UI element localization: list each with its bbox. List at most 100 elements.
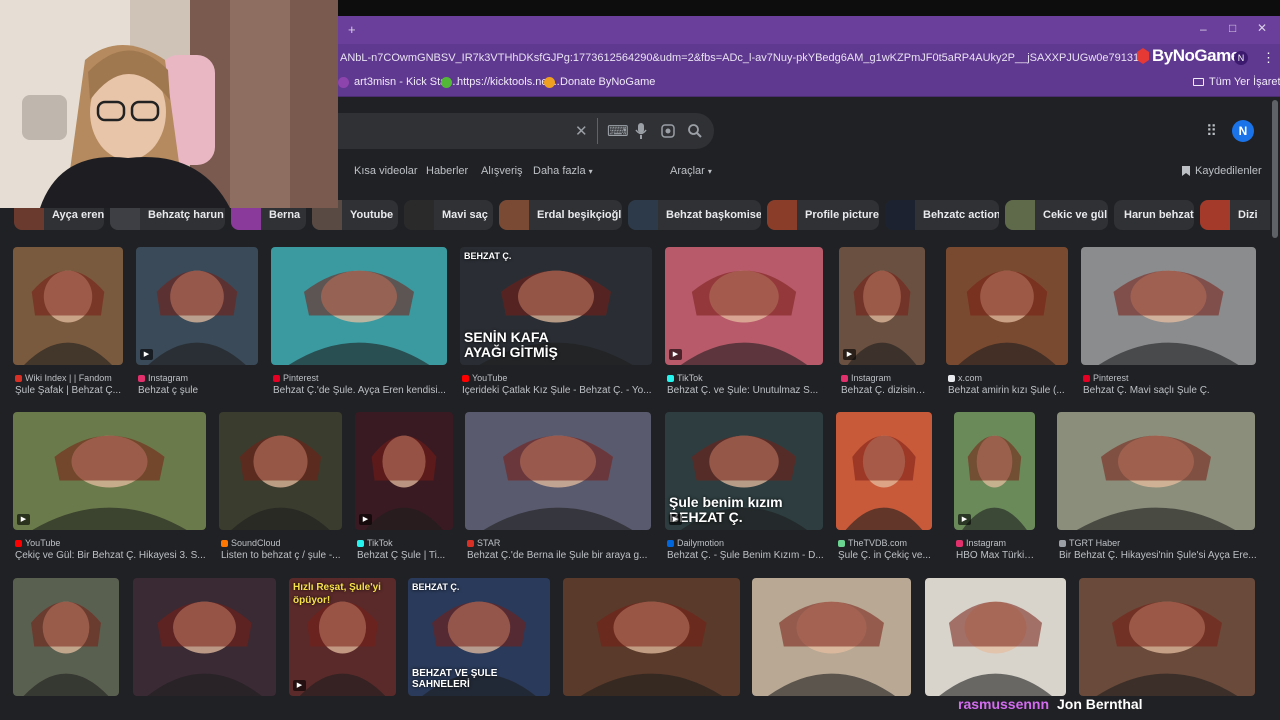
image-result-thumbnail[interactable]: BEHZAT Ç. SENİN KAFA AYAĞI GİTMİŞ xyxy=(460,247,652,365)
all-bookmarks[interactable]: Tüm Yer İşaretleri xyxy=(1193,76,1280,88)
thumbnail-image xyxy=(288,270,430,365)
image-result-thumbnail[interactable]: ▶ xyxy=(355,412,453,530)
result-source[interactable]: TheTVDB.com xyxy=(838,538,934,548)
browser-menu-icon[interactable]: ⋮ xyxy=(1262,50,1275,66)
microphone-icon[interactable] xyxy=(635,123,647,139)
result-source[interactable]: STAR xyxy=(467,538,653,548)
image-result-thumbnail[interactable] xyxy=(1079,578,1255,696)
image-result-thumbnail[interactable]: ▶ xyxy=(13,412,206,530)
chip-behzat-baskomiser[interactable]: Behzat başkomiser xyxy=(628,200,761,230)
image-result-thumbnail[interactable]: ▶ xyxy=(839,247,925,365)
image-result-thumbnail[interactable]: BEHZAT Ç. BEHZAT VE ŞULE SAHNELERİ xyxy=(408,578,550,696)
saved-button[interactable]: Kaydedilenler xyxy=(1182,165,1262,177)
new-tab-button[interactable]: + xyxy=(348,22,356,37)
result-source[interactable]: Wiki Index | | Fandom xyxy=(15,373,125,383)
bookmark-kicktools[interactable]: https://kicktools.net... xyxy=(441,76,560,88)
image-result-thumbnail[interactable] xyxy=(271,247,447,365)
image-result-thumbnail[interactable] xyxy=(219,412,342,530)
image-result-thumbnail[interactable]: ▶ xyxy=(665,247,823,365)
image-result-thumbnail[interactable] xyxy=(752,578,911,696)
result-source[interactable]: TGRT Haber xyxy=(1059,538,1257,548)
result-source[interactable]: Instagram xyxy=(956,538,1037,548)
thumbnail-image xyxy=(147,601,262,696)
browser-profile-avatar[interactable]: N xyxy=(1234,51,1248,65)
google-account-avatar[interactable]: N xyxy=(1232,120,1254,142)
result-title[interactable]: Behzat Ç. - Şule Benim Kızım - D... xyxy=(667,550,825,561)
bynogame-logo-text[interactable]: ByNoGame xyxy=(1152,46,1240,66)
result-title[interactable]: Şule Ç. in Çekiç ve... xyxy=(838,550,934,561)
google-apps-icon[interactable]: ⠿ xyxy=(1206,122,1217,140)
result-source[interactable]: Dailymotion xyxy=(667,538,825,548)
result-source[interactable]: YouTube xyxy=(462,373,654,383)
close-window-icon[interactable]: ✕ xyxy=(1257,21,1267,35)
image-result-thumbnail[interactable]: Şule benim kızım BEHZAT Ç. ▶ xyxy=(665,412,823,530)
result-source[interactable]: x.com xyxy=(948,373,1070,383)
result-title[interactable]: Behzat Ç.'de Şule. Ayça Eren kendisi... xyxy=(273,385,449,396)
chip-profile-picture[interactable]: Profile picture xyxy=(767,200,879,230)
image-result-thumbnail[interactable] xyxy=(946,247,1068,365)
image-result-thumbnail[interactable]: Hızlı Reşat, Şule'yi öpüyor! ▶ xyxy=(289,578,396,696)
keyboard-icon[interactable]: ⌨ xyxy=(607,122,629,140)
result-source[interactable]: Instagram xyxy=(841,373,927,383)
image-result-thumbnail[interactable] xyxy=(1057,412,1255,530)
image-result-thumbnail[interactable] xyxy=(925,578,1066,696)
chip-behzatc-action[interactable]: Behzatc action xyxy=(885,200,999,230)
chip-erdal-besikcioglu[interactable]: Erdal beşikçioğlu xyxy=(499,200,622,230)
tab-short-videos[interactable]: Kısa videolar xyxy=(354,165,418,177)
image-result-thumbnail[interactable] xyxy=(563,578,740,696)
image-result-thumbnail[interactable] xyxy=(13,247,123,365)
thumbnail-image xyxy=(483,435,633,530)
image-result-thumbnail[interactable] xyxy=(13,578,119,696)
result-title[interactable]: Behzat Ç.'de Berna ile Şule bir araya g.… xyxy=(467,550,653,561)
clear-icon[interactable]: ✕ xyxy=(575,122,588,140)
tab-news[interactable]: Haberler xyxy=(426,165,468,177)
favicon-icon xyxy=(956,539,963,547)
result-title[interactable]: İçerideki Çatlak Kız Şule - Behzat Ç. - … xyxy=(462,385,654,396)
lens-icon[interactable] xyxy=(661,124,675,138)
result-title[interactable]: HBO Max Türkiye |... xyxy=(956,550,1037,561)
result-title[interactable]: Behzat ç şule xyxy=(138,385,260,396)
chip-mavi-sac[interactable]: Mavi saç xyxy=(404,200,493,230)
chip-dizi[interactable]: Dizi xyxy=(1200,200,1270,230)
source-label: Pinterest xyxy=(1093,373,1129,383)
image-result-thumbnail[interactable] xyxy=(1081,247,1256,365)
image-result-thumbnail[interactable] xyxy=(465,412,651,530)
chip-harun-behzat[interactable]: Harun behzat xyxy=(1114,200,1194,230)
result-title[interactable]: Behzat Ç. Mavi saçlı Şule Ç. xyxy=(1083,385,1258,396)
tab-shopping[interactable]: Alışveriş xyxy=(481,165,523,177)
image-result-thumbnail[interactable]: ▶ xyxy=(136,247,258,365)
maximize-icon[interactable]: □ xyxy=(1229,21,1236,35)
result-title[interactable]: Listen to behzat ç / şule -... xyxy=(221,550,344,561)
scrollbar[interactable] xyxy=(1272,100,1278,238)
result-source[interactable]: TikTok xyxy=(667,373,825,383)
image-result-thumbnail[interactable]: ▶ xyxy=(954,412,1035,530)
url-field[interactable]: ANbL-n7COwmGNBSV_IR7k3VTHhDKsfGJPg:17736… xyxy=(340,52,1140,64)
favicon-icon xyxy=(667,374,674,382)
result-title[interactable]: Behzat amirin kızı Şule (... xyxy=(948,385,1070,396)
result-source[interactable]: Pinterest xyxy=(1083,373,1258,383)
image-result-thumbnail[interactable] xyxy=(133,578,276,696)
result-title[interactable]: Behzat Ç. dizisind... xyxy=(841,385,927,396)
result-source[interactable]: YouTube xyxy=(15,538,208,548)
image-result-thumbnail[interactable] xyxy=(836,412,932,530)
result-source[interactable]: SoundCloud xyxy=(221,538,344,548)
tab-more-label: Daha fazla xyxy=(533,165,586,177)
bookmark-donate[interactable]: Donate ByNoGame xyxy=(544,76,655,88)
thumbnail-overlay-tag: BEHZAT Ç. xyxy=(464,251,512,261)
tab-more[interactable]: Daha fazla ▾ xyxy=(533,165,593,177)
result-source[interactable]: Instagram xyxy=(138,373,260,383)
result-title[interactable]: Çekiç ve Gül: Bir Behzat Ç. Hikayesi 3. … xyxy=(15,550,208,561)
favicon-icon xyxy=(221,539,228,547)
favicon-icon xyxy=(667,539,674,547)
search-icon[interactable] xyxy=(688,124,702,138)
search-input[interactable] xyxy=(320,113,714,149)
result-title[interactable]: Behzat Ç Şule | Ti... xyxy=(357,550,455,561)
result-title[interactable]: Behzat Ç. ve Şule: Unutulmaz S... xyxy=(667,385,825,396)
result-title[interactable]: Şule Şafak | Behzat Ç... xyxy=(15,385,125,396)
result-title[interactable]: Bir Behzat Ç. Hikayesi'nin Şule'si Ayça … xyxy=(1059,550,1257,561)
tools-button[interactable]: Araçlar ▾ xyxy=(670,165,712,177)
result-source[interactable]: TikTok xyxy=(357,538,455,548)
result-source[interactable]: Pinterest xyxy=(273,373,449,383)
minimize-icon[interactable]: – xyxy=(1200,22,1207,36)
chip-cekic-ve-gul[interactable]: Cekic ve gül xyxy=(1005,200,1108,230)
